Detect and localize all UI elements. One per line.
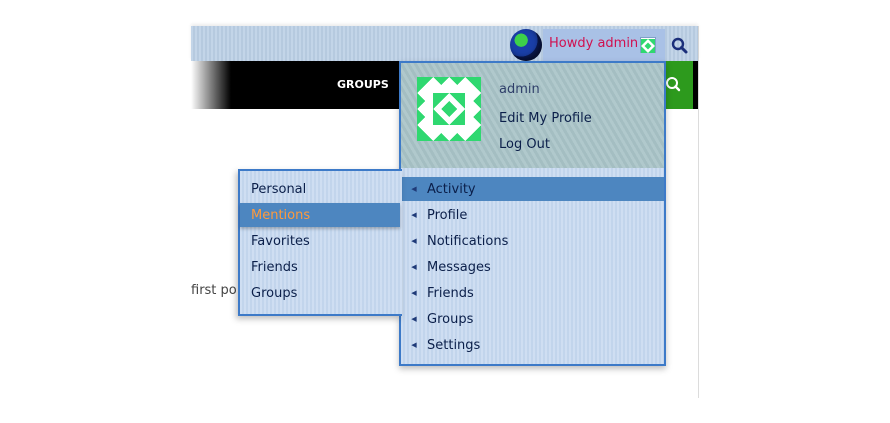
mini-avatar-icon (640, 37, 656, 53)
submenu-item-personal[interactable]: Personal (240, 177, 400, 201)
log-out-link[interactable]: Log Out (499, 137, 550, 152)
menu-item-label: Settings (427, 337, 481, 353)
globe-logo-icon[interactable] (510, 29, 542, 61)
menu-item-label: Profile (427, 207, 468, 223)
edit-profile-link[interactable]: Edit My Profile (499, 111, 592, 126)
menu-item-activity[interactable]: ◀ Activity (401, 177, 664, 201)
menu-item-notifications[interactable]: ◀ Notifications (401, 229, 664, 253)
post-text-fragment: first po (191, 283, 237, 298)
user-avatar[interactable] (417, 77, 481, 141)
menu-item-label: Groups (427, 311, 474, 327)
menu-item-friends[interactable]: ◀ Friends (401, 281, 664, 305)
nav-search-button[interactable] (664, 61, 693, 109)
menu-item-label: Notifications (427, 233, 509, 249)
arrow-left-icon: ◀ (411, 315, 417, 323)
submenu-item-favorites[interactable]: Favorites (240, 229, 400, 253)
menu-item-profile[interactable]: ◀ Profile (401, 203, 664, 227)
menu-item-label: Friends (427, 285, 474, 301)
howdy-admin-link[interactable]: Howdy admin (549, 36, 638, 51)
nav-search-icon (666, 77, 681, 92)
nav-groups-link[interactable]: GROUPS (337, 78, 389, 91)
menu-item-settings[interactable]: ◀ Settings (401, 333, 664, 357)
profile-username[interactable]: admin (499, 82, 540, 97)
arrow-left-icon: ◀ (411, 263, 417, 271)
arrow-left-icon: ◀ (411, 185, 417, 193)
arrow-left-icon: ◀ (411, 211, 417, 219)
search-icon[interactable] (670, 36, 690, 56)
arrow-left-icon: ◀ (411, 289, 417, 297)
arrow-left-icon: ◀ (411, 237, 417, 245)
submenu-item-mentions[interactable]: Mentions (240, 203, 400, 227)
submenu-item-friends[interactable]: Friends (240, 255, 400, 279)
submenu-item-groups[interactable]: Groups (240, 281, 400, 305)
arrow-left-icon: ◀ (411, 341, 417, 349)
menu-item-label: Messages (427, 259, 491, 275)
menu-item-groups[interactable]: ◀ Groups (401, 307, 664, 331)
menu-item-label: Activity (427, 181, 476, 197)
menu-item-messages[interactable]: ◀ Messages (401, 255, 664, 279)
